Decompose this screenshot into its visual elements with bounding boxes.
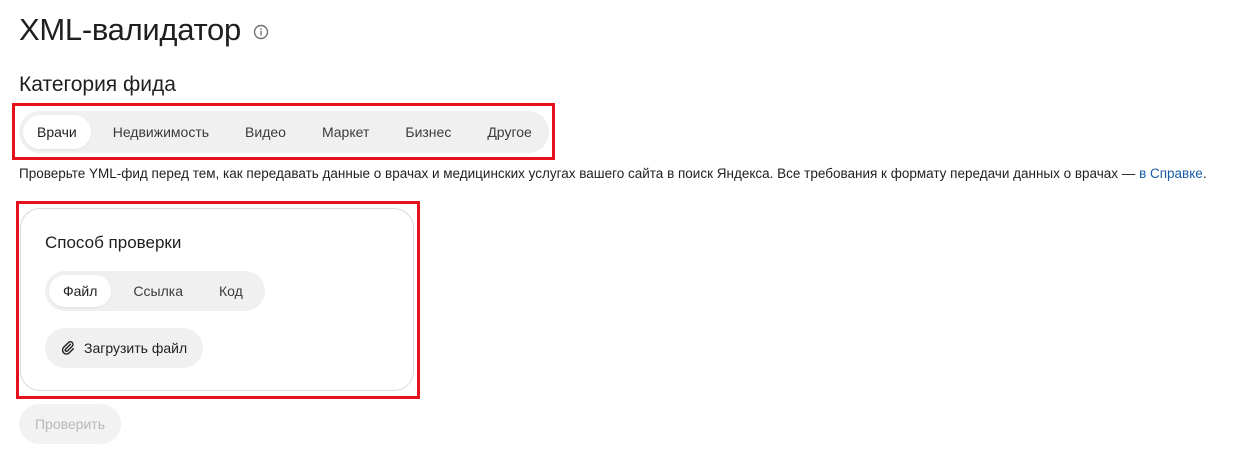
tab-market[interactable]: Маркет	[308, 115, 383, 149]
page-title: XML-валидатор	[19, 12, 241, 47]
info-icon[interactable]	[253, 24, 269, 40]
description-text: Проверьте YML-фид перед тем, как передав…	[19, 166, 1140, 181]
category-title: Категория фида	[19, 73, 176, 96]
tab-link[interactable]: Ссылка	[119, 275, 197, 307]
tab-business[interactable]: Бизнес	[391, 115, 465, 149]
method-card: Способ проверки Файл Ссылка Код Загрузит…	[20, 208, 414, 391]
tab-code[interactable]: Код	[205, 275, 257, 307]
tab-doctors[interactable]: Врачи	[23, 115, 91, 149]
method-tabs: Файл Ссылка Код	[45, 271, 265, 311]
paperclip-icon	[60, 340, 76, 356]
category-tabs: Врачи Недвижимость Видео Маркет Бизнес Д…	[19, 111, 549, 153]
page-header: XML-валидатор	[19, 12, 269, 48]
tab-file[interactable]: Файл	[49, 275, 112, 307]
method-title: Способ проверки	[45, 233, 182, 252]
check-button[interactable]: Проверить	[19, 404, 121, 444]
description-end: .	[1202, 166, 1207, 181]
help-link[interactable]: в Справке	[1139, 166, 1203, 181]
tab-video[interactable]: Видео	[231, 115, 300, 149]
description: Проверьте YML-фид перед тем, как передав…	[19, 166, 1207, 181]
upload-file-button[interactable]: Загрузить файл	[45, 328, 204, 368]
tab-real-estate[interactable]: Недвижимость	[99, 115, 223, 149]
upload-file-label: Загрузить файл	[84, 340, 188, 356]
tab-other[interactable]: Другое	[473, 115, 545, 149]
